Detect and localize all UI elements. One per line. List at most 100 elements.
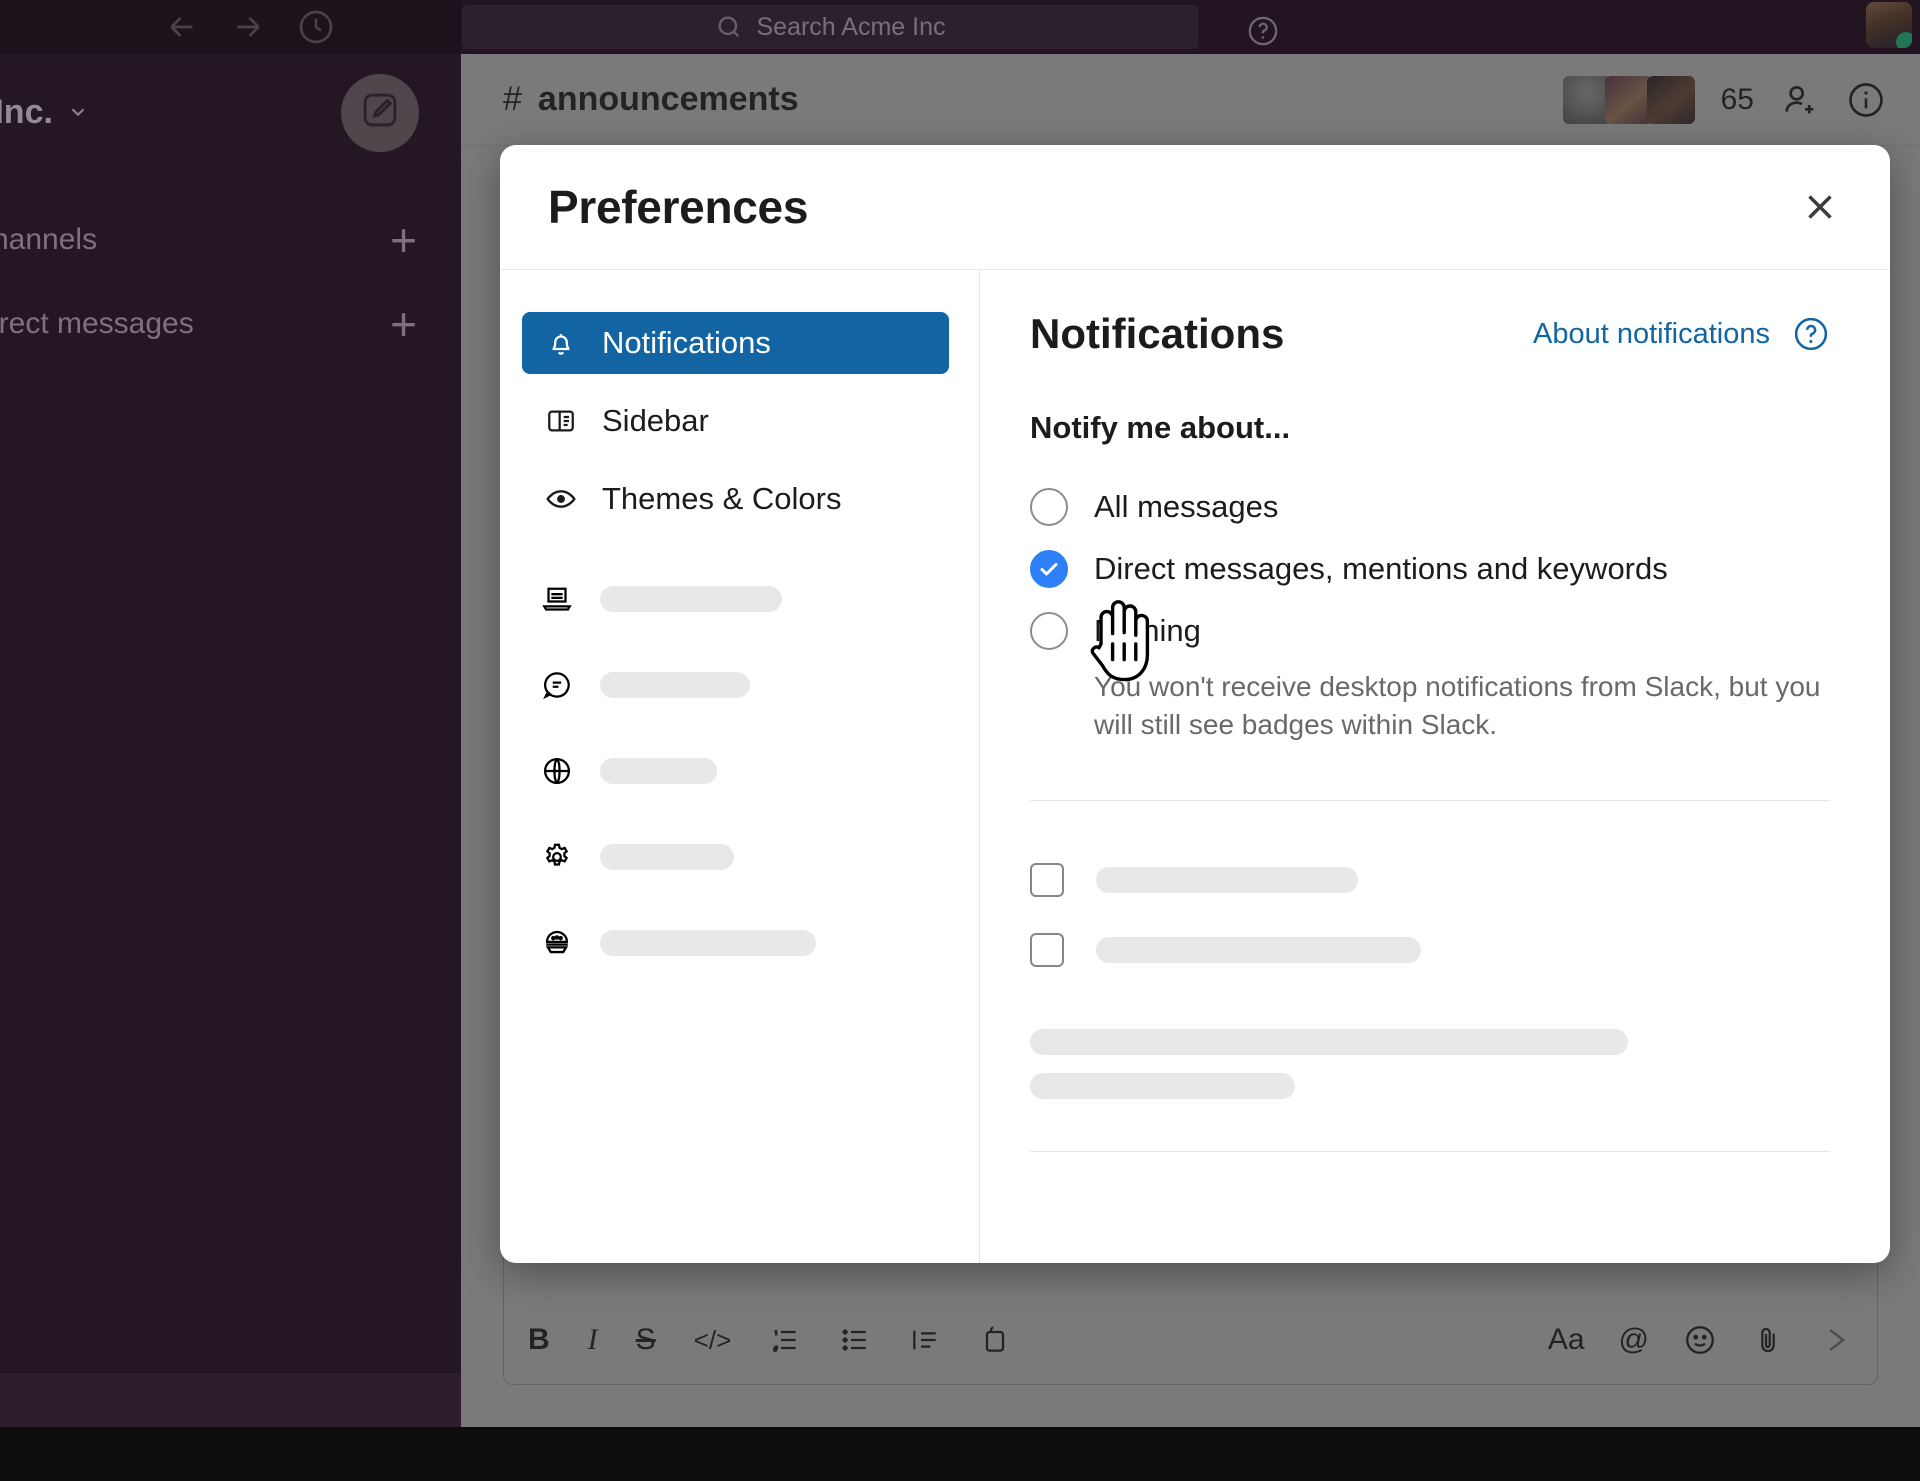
sidebar-item-placeholder[interactable] xyxy=(522,654,949,716)
plus-icon[interactable]: + xyxy=(390,217,417,263)
about-notifications-link[interactable]: About notifications xyxy=(1533,318,1770,351)
eye-icon xyxy=(544,482,578,516)
channel-header: # announcements 65 xyxy=(461,54,1920,146)
composer-toolbar: B I S </> Aa @ xyxy=(528,1312,1853,1368)
screen: Search Acme Inc e Inc. xyxy=(0,0,1920,1481)
search-icon xyxy=(715,13,743,41)
preferences-dialog: Preferences Notifications Sidebar Themes… xyxy=(500,145,1890,1263)
placeholder-bar xyxy=(600,844,734,870)
history-nav xyxy=(164,7,336,47)
placeholder-bar xyxy=(1030,1028,1628,1055)
clock-icon[interactable] xyxy=(296,7,336,47)
send-button[interactable] xyxy=(1819,1323,1853,1357)
accessibility-icon xyxy=(540,926,574,960)
checkbox-row-placeholder[interactable] xyxy=(1030,921,1830,979)
sidebar-section-label: hannels xyxy=(0,223,98,256)
checkbox[interactable] xyxy=(1030,932,1064,967)
placeholder-bar xyxy=(1030,1072,1295,1099)
italic-button[interactable]: I xyxy=(588,1325,598,1355)
bell-icon xyxy=(544,326,578,360)
radio-option-direct-messages[interactable]: Direct messages, mentions and keywords xyxy=(1030,538,1830,600)
help-circle-icon[interactable] xyxy=(1246,14,1280,48)
avatar xyxy=(1604,75,1653,124)
sidebar-item-placeholder[interactable] xyxy=(522,912,949,974)
channel-header-actions: 65 xyxy=(1562,75,1886,124)
globe-icon xyxy=(540,754,574,788)
radio-option-all-messages[interactable]: All messages xyxy=(1030,476,1830,538)
code-button[interactable]: </> xyxy=(694,1327,732,1353)
radio-button[interactable] xyxy=(1030,488,1068,526)
blockquote-button[interactable] xyxy=(909,1324,941,1356)
dialog-header: Preferences xyxy=(500,145,1890,270)
attach-icon[interactable] xyxy=(1751,1323,1785,1357)
strikethrough-button[interactable]: S xyxy=(636,1325,656,1355)
emoji-icon[interactable] xyxy=(1683,1323,1717,1357)
sidebar-item-sidebar[interactable]: Sidebar xyxy=(522,390,949,452)
compose-icon xyxy=(359,89,401,136)
sidebar-item-label: Notifications xyxy=(602,325,771,360)
placeholder-bar xyxy=(1096,866,1358,893)
workspace-name-button[interactable]: e Inc. xyxy=(0,93,89,132)
placeholder-bar xyxy=(600,672,750,698)
member-count[interactable]: 65 xyxy=(1721,83,1754,117)
member-facepile[interactable] xyxy=(1562,75,1695,124)
checkbox-row-placeholder[interactable] xyxy=(1030,851,1830,909)
workspace-header[interactable]: e Inc. xyxy=(0,54,461,172)
hash-icon: # xyxy=(503,80,522,118)
divider xyxy=(1030,1150,1830,1152)
sidebar-item-placeholder[interactable] xyxy=(522,568,949,630)
formatting-button[interactable]: Aa xyxy=(1548,1325,1585,1355)
code-block-button[interactable] xyxy=(979,1324,1011,1356)
dialog-body: Notifications Sidebar Themes & Colors No… xyxy=(500,270,1890,1263)
compose-button[interactable] xyxy=(341,73,419,152)
sidebar-icon xyxy=(544,404,578,438)
search-input[interactable]: Search Acme Inc xyxy=(462,5,1198,49)
mention-button[interactable]: @ xyxy=(1619,1325,1649,1355)
content-header: Notifications About notifications xyxy=(1030,310,1830,358)
preferences-nav: Notifications Sidebar Themes & Colors xyxy=(500,270,980,1263)
radio-button-checked[interactable] xyxy=(1030,550,1068,588)
help-circle-icon[interactable] xyxy=(1792,315,1830,353)
radio-button[interactable] xyxy=(1030,612,1068,650)
gear-icon xyxy=(540,840,574,874)
sidebar-section-direct-messages[interactable]: irect messages + xyxy=(0,282,461,366)
radio-label: Nothing xyxy=(1094,613,1201,648)
sidebar-item-label: Themes & Colors xyxy=(602,481,842,516)
top-bar: Search Acme Inc xyxy=(0,0,1920,54)
content-title: Notifications xyxy=(1030,310,1285,357)
placeholder-bar xyxy=(600,930,816,956)
placeholder-bar xyxy=(1096,936,1421,963)
sidebar-item-notifications[interactable]: Notifications xyxy=(522,312,949,374)
avatar[interactable] xyxy=(1866,2,1912,48)
bold-button[interactable]: B xyxy=(528,1325,550,1355)
close-icon[interactable] xyxy=(1794,181,1846,233)
section-label: Notify me about... xyxy=(1030,410,1291,445)
sidebar-item-placeholder[interactable] xyxy=(522,740,949,802)
radio-label: All messages xyxy=(1094,489,1279,524)
radio-label: Direct messages, mentions and keywords xyxy=(1094,551,1668,586)
channel-name: announcements xyxy=(537,80,799,118)
laptop-icon xyxy=(540,582,574,616)
info-circle-icon[interactable] xyxy=(1846,80,1886,120)
option-help-text: You won't receive desktop notifications … xyxy=(1094,671,1821,740)
avatar xyxy=(1646,75,1695,124)
window-bottom-bar xyxy=(0,1427,1920,1481)
sidebar-item-themes-colors[interactable]: Themes & Colors xyxy=(522,468,949,530)
placeholder-bar xyxy=(600,758,717,784)
sidebar-section-channels[interactable]: hannels + xyxy=(0,198,461,282)
sidebar-item-placeholder[interactable] xyxy=(522,826,949,888)
plus-icon[interactable]: + xyxy=(390,301,417,347)
bulleted-list-button[interactable] xyxy=(839,1324,871,1356)
checkbox[interactable] xyxy=(1030,862,1064,897)
arrow-right-icon[interactable] xyxy=(230,9,266,45)
workspace-name: e Inc. xyxy=(0,93,53,131)
page-title[interactable]: # announcements xyxy=(503,80,799,119)
sidebar-item-label: Sidebar xyxy=(602,403,709,438)
radio-option-nothing[interactable]: Nothing xyxy=(1030,600,1830,662)
add-person-icon[interactable] xyxy=(1780,80,1820,120)
message-composer[interactable]: B I S </> Aa @ xyxy=(503,1245,1878,1385)
chevron-down-icon xyxy=(67,101,89,129)
arrow-left-icon[interactable] xyxy=(164,9,200,45)
workspace-sidebar: e Inc. hannels + irect messages xyxy=(0,54,461,1427)
ordered-list-button[interactable] xyxy=(769,1324,801,1356)
